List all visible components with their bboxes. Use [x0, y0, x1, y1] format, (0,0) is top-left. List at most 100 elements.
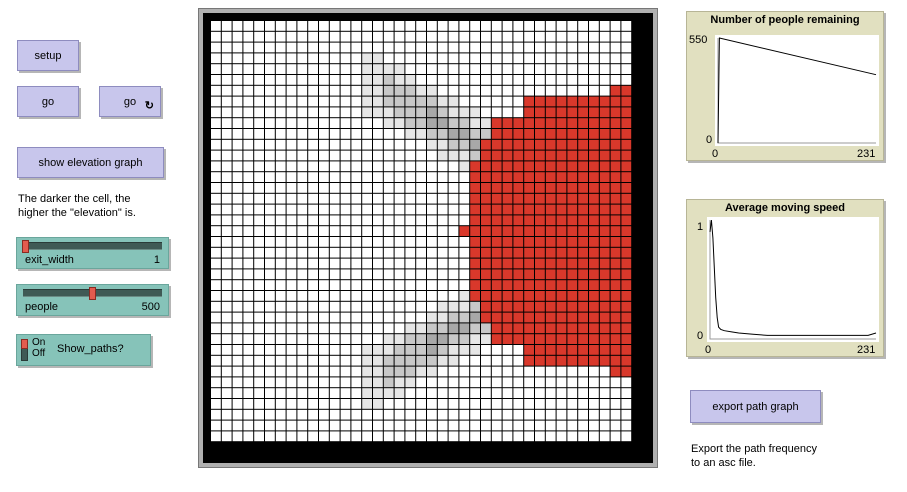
person-cell — [545, 345, 556, 355]
people-slider-value: 500 — [141, 301, 160, 313]
person-cell — [481, 215, 491, 226]
patch-cell — [524, 377, 534, 388]
person-cell — [513, 172, 524, 182]
patch-cell — [427, 237, 437, 247]
patch-cell — [340, 366, 351, 377]
go-forever-button[interactable]: go ↻ — [99, 86, 161, 117]
person-cell — [589, 312, 599, 323]
patch-cell — [567, 85, 578, 96]
patch-cell — [589, 64, 599, 74]
patch-cell — [254, 431, 264, 442]
person-cell — [589, 193, 599, 204]
setup-button[interactable]: setup — [17, 40, 79, 71]
patch-cell — [481, 420, 491, 431]
patch-cell — [329, 291, 340, 301]
person-cell — [567, 129, 578, 139]
patch-cell — [502, 420, 513, 431]
patch-cell — [459, 366, 470, 377]
patch-cell — [232, 53, 243, 64]
patch-cell — [470, 409, 480, 420]
people-remaining-x-max: 231 — [857, 148, 876, 160]
patch-cell — [373, 215, 383, 226]
patch-cell — [427, 409, 437, 420]
patch-cell — [373, 409, 383, 420]
patch-cell — [232, 129, 243, 139]
patch-cell — [589, 31, 599, 42]
person-cell — [556, 183, 567, 193]
exit-width-slider-track[interactable] — [23, 242, 162, 250]
exit-width-slider-thumb[interactable] — [22, 240, 29, 253]
patch-cell — [362, 388, 372, 398]
patch-cell — [275, 215, 286, 226]
patch-cell — [211, 75, 221, 85]
go-button[interactable]: go — [17, 86, 79, 117]
person-cell — [535, 323, 545, 334]
patch-cell — [211, 291, 221, 301]
patch-cell — [491, 75, 502, 85]
people-slider-thumb[interactable] — [89, 287, 96, 300]
export-path-graph-button[interactable]: export path graph — [690, 390, 821, 423]
people-slider[interactable]: people 500 — [16, 284, 169, 316]
patch-cell — [427, 345, 437, 355]
patch-cell — [481, 345, 491, 355]
patch-cell — [286, 409, 297, 420]
patch-cell — [319, 183, 329, 193]
person-cell — [621, 85, 632, 96]
patch-cell — [383, 420, 394, 431]
person-cell — [556, 139, 567, 150]
person-cell — [502, 118, 513, 128]
patch-cell — [286, 355, 297, 366]
show-paths-switch[interactable]: On Off Show_paths? — [16, 334, 151, 366]
patch-cell — [308, 409, 318, 420]
patch-cell — [351, 334, 362, 344]
patch-cell — [340, 258, 351, 269]
patch-cell — [340, 388, 351, 398]
world-view[interactable] — [198, 8, 658, 468]
patch-cell — [416, 409, 426, 420]
patch-cell — [599, 42, 610, 53]
exit-width-slider[interactable]: exit_width 1 — [16, 237, 169, 269]
patch-cell — [308, 420, 318, 431]
patch-cell — [254, 193, 264, 204]
patch-cell — [211, 21, 221, 31]
person-cell — [491, 237, 502, 247]
patch-cell — [211, 150, 221, 161]
patch-cell — [589, 388, 599, 398]
patch-cell — [329, 183, 340, 193]
patch-cell — [437, 420, 448, 431]
patch-cell — [329, 193, 340, 204]
show-elevation-graph-button[interactable]: show elevation graph — [17, 147, 164, 178]
patch-cell — [481, 42, 491, 53]
patch-cell — [373, 85, 383, 96]
person-cell — [481, 161, 491, 172]
patch-cell — [211, 388, 221, 398]
person-cell — [535, 215, 545, 226]
person-cell — [589, 247, 599, 258]
patch-cell — [416, 42, 426, 53]
patch-cell — [481, 64, 491, 74]
patch-cell — [405, 21, 416, 31]
patch-cell — [481, 323, 491, 334]
person-cell — [589, 226, 599, 236]
patch-cell — [545, 431, 556, 442]
patch-cell — [610, 409, 621, 420]
patch-cell — [437, 377, 448, 388]
patch-cell — [513, 42, 524, 53]
average-speed-plot-area — [707, 217, 879, 342]
patch-cell — [448, 258, 459, 269]
patch-grid[interactable] — [203, 13, 653, 463]
show-paths-switch-knob[interactable] — [21, 339, 28, 349]
patch-cell — [459, 301, 470, 312]
patch-cell — [427, 75, 437, 85]
patch-cell — [351, 420, 362, 431]
patch-cell — [286, 431, 297, 442]
show-paths-switch-track[interactable] — [21, 339, 28, 361]
patch-cell — [491, 345, 502, 355]
person-cell — [535, 107, 545, 118]
patch-cell — [221, 139, 232, 150]
patch-cell — [297, 193, 308, 204]
patch-cell — [535, 42, 545, 53]
people-remaining-plot: Number of people remaining 550 0 0 231 — [686, 11, 884, 161]
go-forever-button-label: go — [123, 95, 137, 108]
patch-cell — [491, 53, 502, 64]
